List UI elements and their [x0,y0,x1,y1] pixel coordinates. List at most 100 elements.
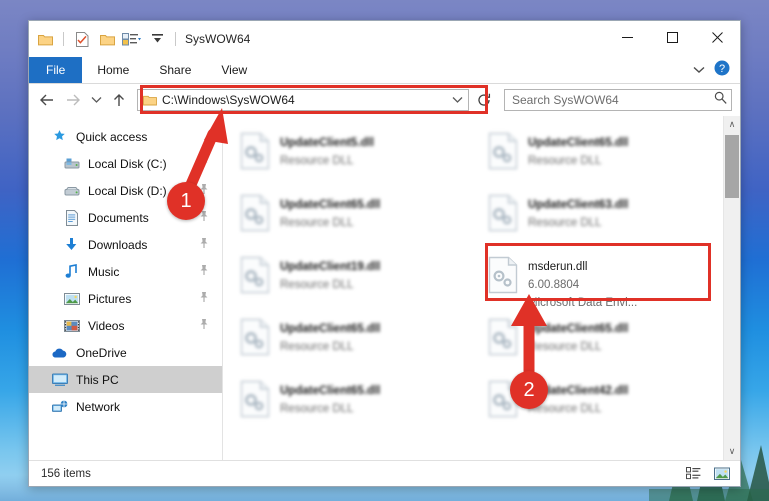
file-name: UpdateClient65.dll [280,385,381,397]
scroll-down-button[interactable]: ∨ [724,443,740,460]
file-name: UpdateClient65.dll [280,323,381,335]
search-box[interactable]: Search SysWOW64 [504,89,732,111]
file-description: Resource DLL [528,217,602,229]
tab-file[interactable]: File [29,57,83,83]
file-description: Resource DLL [280,217,354,229]
sidebar-item-documents[interactable]: Documents [29,204,222,231]
dll-file-icon [239,132,271,170]
file-name: msderun.dll [528,261,588,273]
pin-icon[interactable] [199,155,209,173]
minimize-ribbon-icon[interactable] [147,29,167,49]
large-icons-view-icon[interactable] [713,466,730,482]
pin-icon[interactable] [199,236,209,254]
search-input[interactable]: Search SysWOW64 [512,93,714,107]
tab-share[interactable]: Share [144,57,206,83]
address-folder-icon [143,95,157,106]
file-meta: UpdateClient65.dll Resource DLL [280,380,380,417]
refresh-button[interactable] [473,89,495,111]
file-item[interactable]: UpdateClient65.dll Resource DLL [233,310,475,372]
sidebar-item-label: Documents [88,210,149,225]
file-name: UpdateClient65.dll [280,199,381,211]
chevron-down-icon[interactable] [693,61,705,79]
vertical-scrollbar[interactable]: ∧ ∨ [723,116,740,460]
sidebar-item-label: OneDrive [76,345,127,360]
sidebar-item-network[interactable]: Network [29,393,222,420]
this-pc-icon [51,371,68,388]
sidebar-item-pictures[interactable]: Pictures [29,285,222,312]
folder-icon[interactable] [35,29,55,49]
sidebar-item-music[interactable]: Music [29,258,222,285]
new-folder-icon[interactable] [97,29,117,49]
back-button[interactable] [35,88,59,112]
recent-locations-button[interactable] [87,88,105,112]
file-item[interactable]: UpdateClient5.dll Resource DLL [233,124,475,186]
pin-icon[interactable] [199,263,209,281]
sidebar-item-label: Local Disk (C:) [88,156,167,171]
tab-home[interactable]: Home [82,57,144,83]
up-button[interactable] [107,88,131,112]
videos-icon [63,317,80,334]
file-list-pane[interactable]: UpdateClient5.dll Resource DLL UpdateCli… [223,116,740,460]
local-disk-icon [63,155,80,172]
dll-file-icon [487,256,519,294]
file-meta: UpdateClient42.dll Resource DLL [528,380,628,417]
dll-file-icon [487,380,519,418]
documents-icon [63,209,80,226]
sidebar-item-local-disk-d[interactable]: Local Disk (D:) [29,177,222,204]
file-meta: UpdateClient5.dll Resource DLL [280,132,374,169]
customize-toolbar-icon[interactable] [122,29,142,49]
sidebar-item-local-disk-c[interactable]: Local Disk (C:) [29,150,222,177]
file-item[interactable]: UpdateClient65.dll Resource DLL [481,124,723,186]
file-item[interactable]: UpdateClient19.dll Resource DLL [233,248,475,310]
window-controls [605,21,740,57]
file-grid: UpdateClient5.dll Resource DLL UpdateCli… [223,116,723,460]
minimize-button[interactable] [605,21,650,53]
sidebar-item-onedrive[interactable]: OneDrive [29,339,222,366]
file-name: UpdateClient19.dll [280,261,381,273]
ribbon-tab-bar: File Home Share View ? [29,57,740,84]
dll-file-icon [239,380,271,418]
pin-icon[interactable] [199,209,209,227]
search-icon[interactable] [714,91,727,109]
sidebar-item-videos[interactable]: Videos [29,312,222,339]
details-view-icon[interactable] [685,466,702,482]
maximize-button[interactable] [650,21,695,53]
tab-view[interactable]: View [206,57,262,83]
file-description: Resource DLL [280,279,354,291]
title-bar: SysWOW64 [29,21,740,57]
quick-access-toolbar [35,29,179,49]
sidebar-item-this-pc[interactable]: This PC [29,366,222,393]
file-item[interactable]: UpdateClient65.dll Resource DLL [233,372,475,434]
dll-file-icon [239,194,271,232]
file-version: 6.00.8804 [528,279,580,291]
address-bar[interactable]: C:\Windows\SysWOW64 [137,89,469,111]
toolbar-separator [63,32,64,46]
sidebar-item-label: This PC [76,372,119,387]
properties-icon[interactable] [72,29,92,49]
sidebar-item-downloads[interactable]: Downloads [29,231,222,258]
file-item-msderun[interactable]: msderun.dll 6.00.8804 Microsoft Data Env… [481,248,723,310]
pin-icon[interactable] [199,290,209,308]
network-icon [51,398,68,415]
file-item[interactable]: UpdateClient42.dll Resource DLL [481,372,723,434]
window-body: Quick access Local Disk (C:) Local Disk … [29,116,740,460]
svg-text:?: ? [719,63,725,75]
scrollbar-thumb[interactable] [725,135,739,198]
star-pin-icon [51,128,68,145]
status-bar: 156 items [29,460,740,486]
sidebar-item-quick-access[interactable]: Quick access [29,123,222,150]
help-icon[interactable]: ? [714,60,730,81]
file-item[interactable]: UpdateClient65.dll Resource DLL [481,310,723,372]
file-item[interactable]: UpdateClient65.dll Resource DLL [233,186,475,248]
forward-button[interactable] [61,88,85,112]
close-button[interactable] [695,21,740,53]
pin-icon[interactable] [199,317,209,335]
ribbon-right-controls: ? [693,57,740,83]
address-dropdown-icon[interactable] [448,96,466,104]
scroll-up-button[interactable]: ∧ [724,116,740,133]
sidebar-item-label: Local Disk (D:) [88,183,167,198]
sidebar-item-label: Music [88,264,120,279]
file-item[interactable]: UpdateClient63.dll Resource DLL [481,186,723,248]
item-count-label: 156 items [41,467,91,480]
pin-icon[interactable] [199,182,209,200]
